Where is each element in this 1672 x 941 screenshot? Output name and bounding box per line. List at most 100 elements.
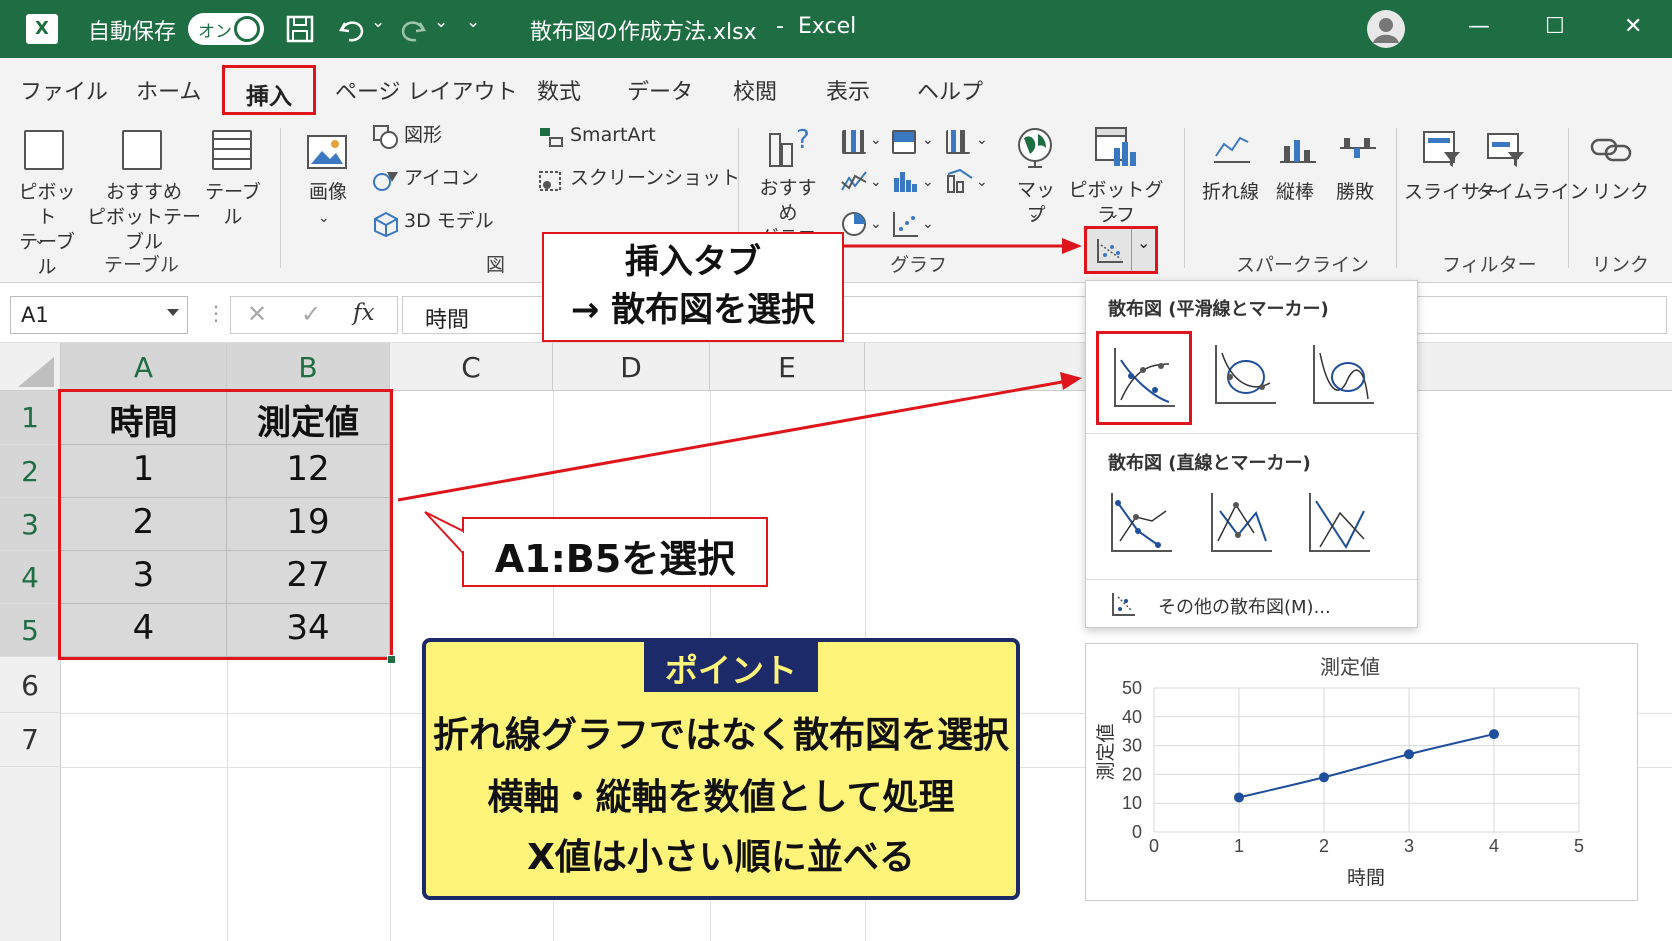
sparkline-winloss-button[interactable]: 勝敗 <box>1336 180 1374 205</box>
ribbon-separator <box>1396 128 1397 268</box>
column-header-e[interactable]: E <box>710 343 865 391</box>
scatter-smooth-option[interactable] <box>1200 331 1290 425</box>
scatter-straight-no-markers-option[interactable] <box>1298 483 1388 563</box>
point-badge: ポイント <box>644 640 818 692</box>
recommended-pivot-icon <box>122 130 162 170</box>
name-box[interactable]: A1 <box>10 296 188 334</box>
image-button[interactable]: 画像 <box>300 180 356 205</box>
column-header-c[interactable]: C <box>390 343 553 391</box>
scatter-chart-small-dropdown-icon[interactable]: ⌄ <box>922 212 934 237</box>
row-header-1[interactable]: 1 <box>0 391 61 445</box>
column-header-d[interactable]: D <box>553 343 710 391</box>
tab-review[interactable]: 校閲 <box>733 74 777 106</box>
maximize-button[interactable]: ☐ <box>1545 14 1565 39</box>
group-figure-label: 図 <box>486 254 506 276</box>
document-filename: 散布図の作成方法.xlsx <box>530 20 757 45</box>
shapes-button[interactable]: 図形 <box>404 123 442 148</box>
pivot-dropdown-icon[interactable]: ⌄ <box>34 228 46 253</box>
scatter-straight-markers-option[interactable] <box>1100 483 1190 563</box>
point-line-2: 横軸・縦軸を数値として処理 <box>487 777 955 818</box>
column-header-b[interactable]: B <box>227 343 390 391</box>
tab-formulas[interactable]: 数式 <box>537 74 581 106</box>
y-tick-label: 50 <box>1122 678 1142 698</box>
scatter-chart-small-icon[interactable] <box>892 210 920 238</box>
combo-chart-dropdown-icon[interactable]: ⌄ <box>976 170 988 195</box>
scatter-dropdown-caret-icon[interactable]: ⌄ <box>1137 233 1150 252</box>
customize-qat-icon[interactable]: ⌄ <box>466 12 480 32</box>
account-avatar-icon[interactable] <box>1367 10 1405 48</box>
scatter-straight-option[interactable] <box>1200 483 1290 563</box>
sparkline-column-button[interactable]: 縦棒 <box>1276 180 1314 205</box>
table-button[interactable]: テーブル <box>202 180 264 230</box>
close-button[interactable]: ✕ <box>1624 14 1642 39</box>
line-chart-icon[interactable] <box>840 168 868 194</box>
y-tick-label: 30 <box>1122 736 1142 756</box>
chart-x-axis-title: 時間 <box>1347 867 1385 889</box>
hierarchy-chart-icon[interactable] <box>892 130 916 154</box>
column-header-a[interactable]: A <box>61 343 227 391</box>
fill-handle[interactable] <box>387 655 396 664</box>
hierarchy-chart-dropdown-icon[interactable]: ⌄ <box>922 128 934 153</box>
select-all-corner[interactable] <box>0 343 61 391</box>
row-header-6[interactable]: 6 <box>0 657 61 713</box>
autosave-toggle[interactable]: オン <box>188 13 264 45</box>
pie-chart-dropdown-icon[interactable]: ⌄ <box>870 212 882 237</box>
x-tick-label: 3 <box>1404 836 1414 856</box>
map-dropdown-icon[interactable]: ⌄ <box>1028 202 1040 227</box>
waterfall-chart-icon[interactable] <box>946 130 970 154</box>
tab-help[interactable]: ヘルプ <box>917 74 983 106</box>
callout-insert-scatter: 挿入タブ → 散布図を選択 <box>542 232 844 342</box>
scatter-smooth-no-markers-option[interactable] <box>1298 331 1388 425</box>
icons-button[interactable]: アイコン <box>404 166 479 191</box>
more-scatter-charts-item[interactable]: その他の散布図(M)... <box>1086 581 1417 627</box>
tab-data[interactable]: データ <box>627 74 693 106</box>
pivot-chart-dropdown-icon[interactable]: ⌄ <box>1108 202 1120 227</box>
row-header-5[interactable]: 5 <box>0 604 61 657</box>
title-bar: X 自動保存 オン ⌄ ⌄ ⌄ 散布図の作成方法.xlsx - Excel — … <box>0 0 1672 58</box>
pivot-chart-icon <box>1095 127 1136 166</box>
save-icon[interactable] <box>285 14 317 44</box>
column-chart-dropdown-icon[interactable]: ⌄ <box>870 128 882 153</box>
scatter-chart-button[interactable]: ⌄ <box>1084 226 1158 274</box>
tab-file[interactable]: ファイル <box>20 74 108 106</box>
screenshot-button[interactable]: スクリーンショット <box>570 166 740 191</box>
name-box-dropdown-icon[interactable] <box>167 309 179 316</box>
row-header-3[interactable]: 3 <box>0 498 61 551</box>
row-header-2[interactable]: 2 <box>0 445 61 498</box>
group-filter-label: フィルター <box>1442 254 1537 276</box>
row-header-4[interactable]: 4 <box>0 551 61 604</box>
pie-chart-icon[interactable] <box>840 210 868 238</box>
scatter-smooth-markers-option[interactable] <box>1096 331 1192 425</box>
row-header-7[interactable]: 7 <box>0 713 61 767</box>
data-point <box>1319 772 1329 783</box>
statistic-chart-icon[interactable] <box>892 168 920 194</box>
tab-insert[interactable]: 挿入 <box>222 65 316 115</box>
smartart-button[interactable]: SmartArt <box>570 123 656 148</box>
3d-model-button[interactable]: 3D モデル <box>404 209 494 234</box>
tab-home[interactable]: ホーム <box>136 74 201 106</box>
combo-chart-icon[interactable] <box>946 168 974 194</box>
undo-icon[interactable] <box>337 14 367 44</box>
insert-function-icon[interactable]: fx <box>353 300 374 326</box>
minimize-button[interactable]: — <box>1468 14 1490 39</box>
redo-dropdown-icon[interactable]: ⌄ <box>434 12 448 32</box>
statistic-chart-dropdown-icon[interactable]: ⌄ <box>922 170 934 195</box>
tab-page-layout[interactable]: ページ レイアウト <box>335 74 518 106</box>
recommended-pivot-button[interactable]: おすすめ ピボットテーブル <box>82 180 206 255</box>
pivot-table-icon <box>24 130 64 170</box>
confirm-entry-icon[interactable]: ✓ <box>301 300 321 328</box>
undo-dropdown-icon[interactable]: ⌄ <box>371 12 385 32</box>
waterfall-chart-dropdown-icon[interactable]: ⌄ <box>976 128 988 153</box>
pivot-table-button[interactable]: ピボット テーブル <box>10 180 84 280</box>
cancel-entry-icon[interactable]: ✕ <box>247 300 267 328</box>
redo-icon[interactable] <box>398 14 428 44</box>
line-chart-dropdown-icon[interactable]: ⌄ <box>870 170 882 195</box>
link-button[interactable]: リンク <box>1592 180 1649 205</box>
timeline-button[interactable]: タイムライン <box>1476 180 1589 205</box>
sparkline-line-button[interactable]: 折れ線 <box>1202 180 1259 205</box>
column-chart-icon[interactable] <box>842 130 866 154</box>
tab-view[interactable]: 表示 <box>826 74 870 106</box>
scatter-chart-preview[interactable]: 測定値 時間 測定値 0 10 20 30 40 50 0 1 2 3 4 5 <box>1085 643 1638 901</box>
image-dropdown-icon[interactable]: ⌄ <box>318 206 330 231</box>
scatter-straight-markers-icon <box>1111 493 1172 552</box>
